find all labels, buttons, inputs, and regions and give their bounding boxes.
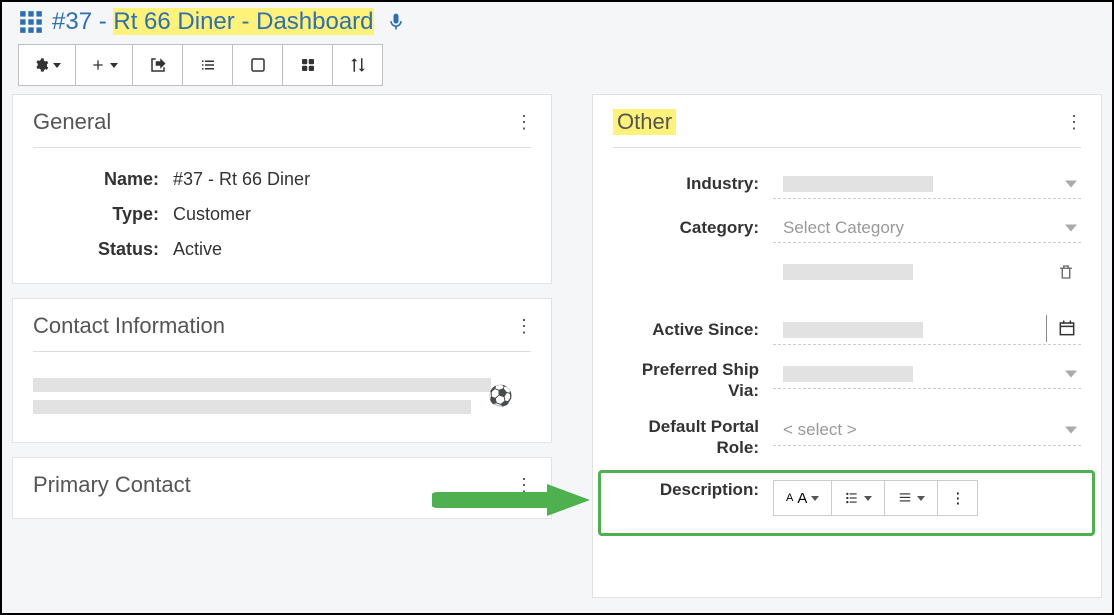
category-select[interactable]: Select Category: [773, 213, 1081, 243]
active-since-field[interactable]: [773, 315, 1081, 345]
grid-view-button[interactable]: [283, 44, 333, 86]
ship-via-select[interactable]: [773, 359, 1081, 389]
align-button[interactable]: [885, 481, 938, 515]
chevron-down-icon: [1065, 180, 1077, 187]
panel-menu-contact[interactable]: ⋮: [515, 321, 531, 331]
portal-role-placeholder: < select >: [773, 420, 857, 440]
label-status: Status:: [33, 239, 173, 260]
note-button[interactable]: [233, 44, 283, 86]
panel-title-other: Other: [613, 109, 676, 135]
panel-title-contact: Contact Information: [33, 313, 225, 339]
chevron-down-icon: [1065, 370, 1077, 377]
label-description: Description:: [613, 480, 773, 500]
panel-title-primary: Primary Contact: [33, 472, 191, 498]
value-type: Customer: [173, 204, 251, 225]
chevron-down-icon: [1065, 224, 1077, 231]
rich-text-toolbar: AA ⋮: [773, 480, 978, 516]
label-ship-via: Preferred Ship Via:: [613, 359, 773, 402]
add-dropdown-button[interactable]: [76, 44, 133, 86]
toolbar: [18, 44, 1096, 86]
list-button[interactable]: [183, 44, 233, 86]
list-style-button[interactable]: [832, 481, 885, 515]
label-type: Type:: [33, 204, 173, 225]
portal-role-select[interactable]: < select >: [773, 416, 1081, 446]
panel-menu-primary[interactable]: ⋮: [515, 480, 531, 490]
redacted-line: [33, 378, 491, 392]
record-number: #37: [52, 8, 92, 35]
settings-dropdown-button[interactable]: [18, 44, 76, 86]
apps-grid-icon[interactable]: [18, 9, 44, 35]
import-button[interactable]: [133, 44, 183, 86]
category-value-field[interactable]: [773, 257, 1081, 287]
label-industry: Industry:: [613, 174, 773, 194]
redacted-line: [33, 400, 471, 414]
panel-contact-info: Contact Information ⋮ ⚽: [12, 298, 552, 443]
category-placeholder: Select Category: [773, 218, 904, 238]
label-name: Name:: [33, 169, 173, 190]
label-portal-role: Default Portal Role:: [613, 416, 773, 459]
calendar-icon[interactable]: [1057, 318, 1077, 338]
industry-select[interactable]: [773, 169, 1081, 199]
sort-button[interactable]: [333, 44, 383, 86]
label-active-since: Active Since:: [613, 320, 773, 340]
panel-primary-contact: Primary Contact ⋮: [12, 457, 552, 519]
more-format-button[interactable]: ⋮: [938, 481, 977, 515]
font-size-button[interactable]: AA: [774, 481, 832, 515]
panel-general: General ⋮ Name: #37 - Rt 66 Diner Type: …: [12, 94, 552, 284]
value-name: #37 - Rt 66 Diner: [173, 169, 310, 190]
value-status: Active: [173, 239, 222, 260]
panel-menu-general[interactable]: ⋮: [515, 117, 531, 127]
panel-title-general: General: [33, 109, 111, 135]
label-category: Category:: [613, 218, 773, 238]
trash-icon[interactable]: [1057, 263, 1075, 281]
page-title: #37 - Rt 66 Diner - Dashboard: [52, 8, 374, 36]
panel-menu-other[interactable]: ⋮: [1065, 117, 1081, 127]
microphone-icon[interactable]: [386, 10, 406, 34]
globe-icon[interactable]: ⚽: [488, 384, 513, 409]
panel-other: Other ⋮ Industry: Category: Select Categ…: [592, 94, 1102, 598]
chevron-down-icon: [1065, 427, 1077, 434]
